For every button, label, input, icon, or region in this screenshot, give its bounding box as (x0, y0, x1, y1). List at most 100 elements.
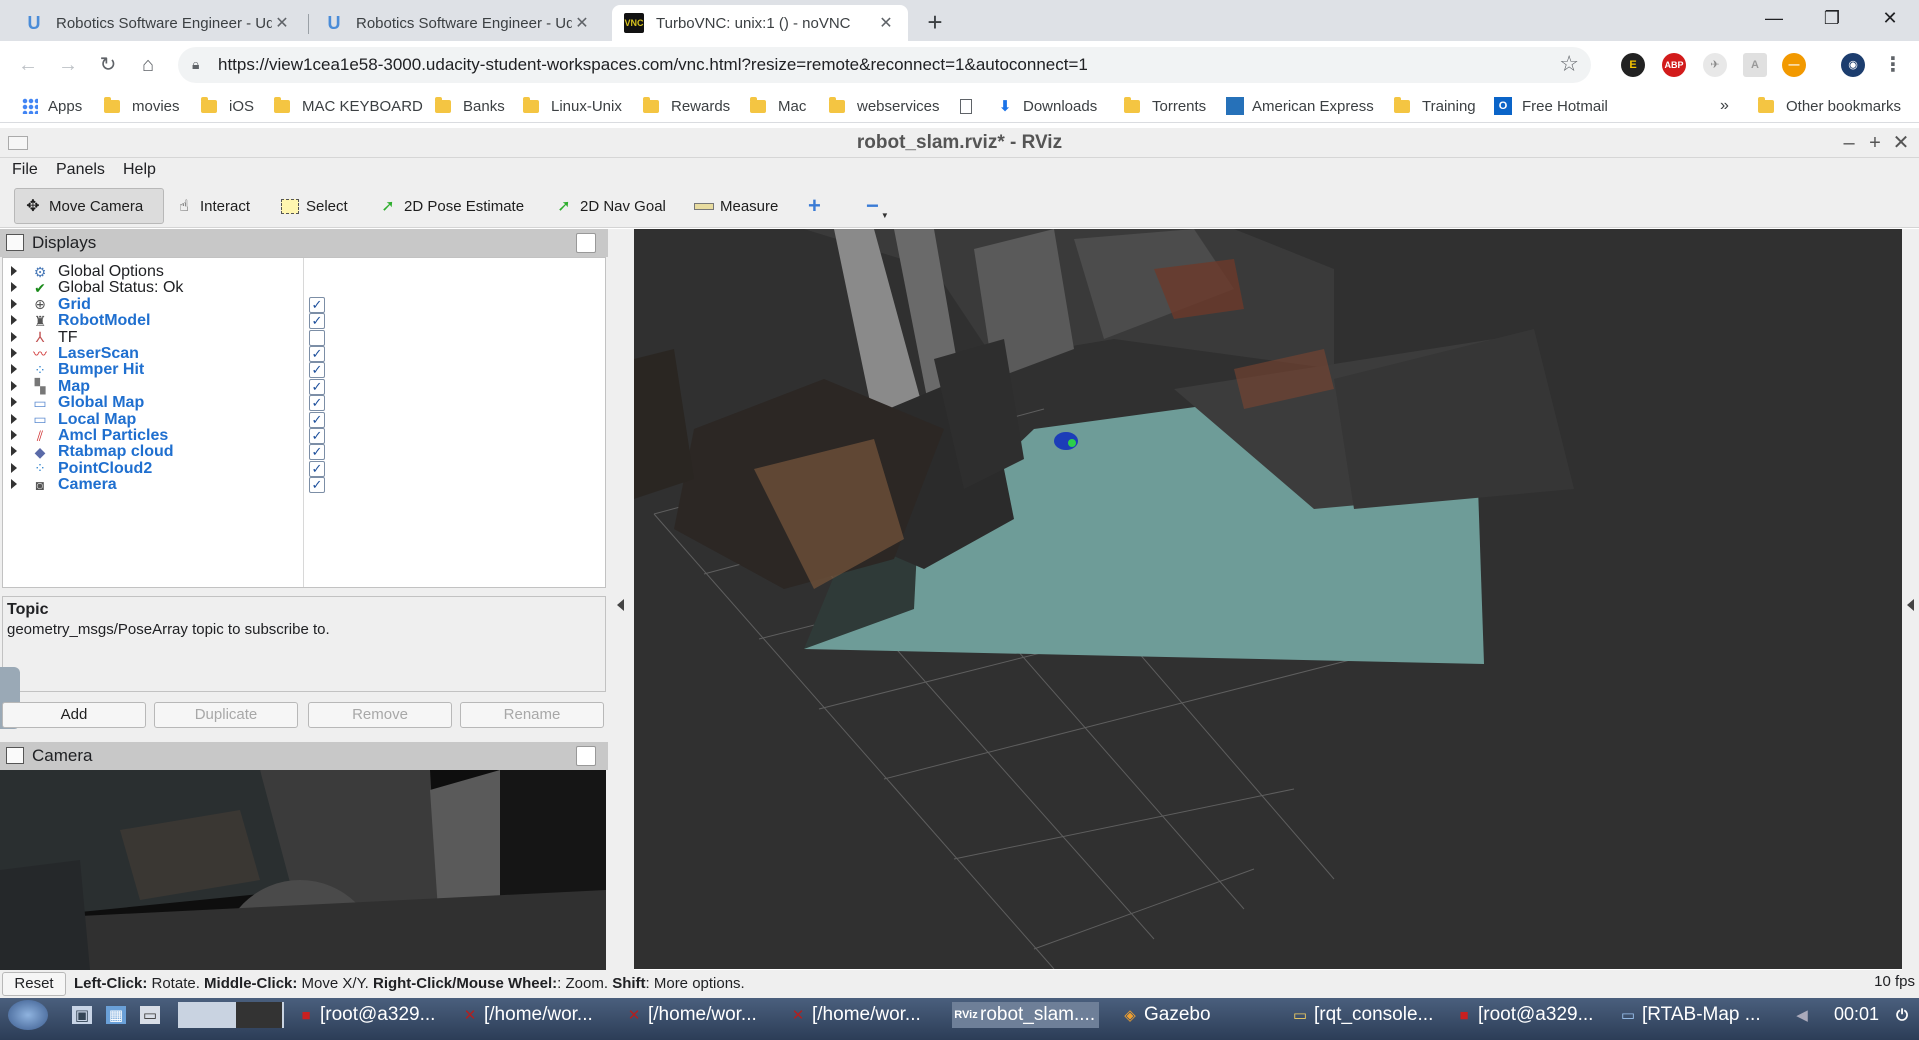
close-icon[interactable]: ✕ (272, 13, 292, 33)
expand-arrow-icon[interactable] (11, 282, 17, 293)
expand-arrow-icon[interactable] (11, 364, 17, 375)
expand-arrow-icon[interactable] (11, 331, 17, 342)
window-minimize-button[interactable]: — (1745, 0, 1803, 36)
extension-e-icon[interactable]: E (1621, 53, 1645, 77)
view-splitter-right[interactable] (1902, 229, 1919, 970)
expand-arrow-icon[interactable] (11, 315, 17, 326)
display-enable-checkbox[interactable]: ✓ (309, 477, 325, 494)
taskbar-item-home-1[interactable]: ✕ [/home/wor... (460, 1002, 593, 1028)
bookmark-star-icon[interactable]: ☆ (1559, 51, 1579, 77)
bookmark-torrents[interactable]: Torrents (1124, 95, 1206, 117)
bookmarks-overflow-button[interactable]: » (1720, 95, 1729, 117)
taskbar-item-root-terminal-1[interactable]: ■ [root@a329... (296, 1002, 435, 1028)
back-arrow-icon[interactable]: ← (12, 49, 44, 81)
taskbar-terminal-icon[interactable]: ▦ (106, 1002, 130, 1028)
expand-arrow-icon[interactable] (11, 348, 17, 358)
url-text[interactable]: https://view1cea1e58-3000.udacity-studen… (218, 55, 1088, 75)
folder-icon (201, 96, 217, 113)
bookmark-free-hotmail[interactable]: O Free Hotmail (1494, 95, 1608, 117)
bookmark-movies[interactable]: movies (104, 95, 180, 117)
bookmark-american-express[interactable]: American Express (1226, 95, 1374, 117)
bookmark-banks[interactable]: Banks (435, 95, 505, 117)
add-display-button[interactable]: Add (2, 702, 146, 728)
expand-arrow-icon[interactable] (11, 380, 17, 391)
chrome-menu-icon[interactable]: ⋮ (1877, 49, 1909, 81)
taskbar-item-root-terminal-2[interactable]: ■ [root@a329... (1454, 1002, 1593, 1028)
panel-close-icon[interactable] (576, 746, 596, 766)
remove-tool-minus-icon[interactable]: − ▼ (858, 188, 897, 224)
rviz-maximize-button[interactable]: + (1863, 128, 1887, 158)
window-close-button[interactable]: ✕ (1861, 0, 1919, 36)
extension-pdf-icon[interactable]: A (1743, 53, 1767, 77)
2d-nav-goal-button[interactable]: ➚ 2D Nav Goal (546, 188, 674, 224)
browser-tab-1[interactable]: U Robotics Software Engineer - Ud ✕ (12, 5, 304, 41)
expand-arrow-icon[interactable] (11, 430, 17, 440)
rviz-close-button[interactable]: ✕ (1889, 128, 1913, 158)
view-splitter-left[interactable] (608, 229, 634, 970)
expand-arrow-icon[interactable] (11, 479, 17, 490)
taskbar-window-icon[interactable]: ▭ (140, 1002, 164, 1028)
camera-image-view[interactable] (0, 770, 606, 970)
expand-arrow-icon[interactable] (11, 266, 17, 276)
new-tab-button[interactable]: + (920, 8, 950, 38)
forward-arrow-icon[interactable]: → (52, 49, 84, 81)
bookmark-mac-keyboard[interactable]: MAC KEYBOARD (274, 95, 423, 117)
taskbar-item-rtabmap[interactable]: ▭ [RTAB-Map ... (1618, 1002, 1761, 1028)
bookmark-rewards[interactable]: Rewards (643, 95, 730, 117)
move-camera-button[interactable]: ✥ Move Camera (14, 188, 164, 224)
bookmark-page[interactable] (960, 95, 984, 117)
reload-icon[interactable]: ↻ (92, 49, 124, 81)
expand-arrow-icon[interactable] (11, 298, 17, 309)
taskbar-file-manager-icon[interactable]: ▣ (72, 1002, 96, 1028)
menu-panels[interactable]: Panels (56, 161, 105, 179)
browser-tab-2[interactable]: U Robotics Software Engineer - Ud ✕ (312, 5, 604, 41)
expand-arrow-icon[interactable] (11, 397, 17, 408)
folder-icon (523, 96, 539, 113)
bookmark-apps[interactable]: Apps (22, 95, 82, 117)
taskbar-item-home-3[interactable]: ✕ [/home/wor... (788, 1002, 921, 1028)
bookmark-training[interactable]: Training (1394, 95, 1476, 117)
browser-tab-3-active[interactable]: VNC TurboVNC: unix:1 () - noVNC ✕ (612, 5, 908, 41)
profile-avatar[interactable]: ◉ (1841, 53, 1865, 77)
reset-button[interactable]: Reset (2, 972, 66, 996)
rviz-3d-render-view[interactable] (634, 229, 1902, 969)
close-icon[interactable]: ✕ (876, 13, 896, 33)
measure-button[interactable]: Measure (686, 188, 786, 224)
expand-arrow-icon[interactable] (11, 462, 17, 473)
menu-help[interactable]: Help (123, 161, 156, 179)
power-icon[interactable]: ⏻ (1892, 1002, 1916, 1028)
expand-arrow-icon[interactable] (11, 413, 17, 424)
bookmark-downloads[interactable]: ⬇ Downloads (997, 95, 1098, 117)
home-icon[interactable]: ⌂ (132, 49, 164, 81)
taskbar-item-gazebo[interactable]: ◈ Gazebo (1120, 1002, 1210, 1028)
taskbar-item-home-2[interactable]: ✕ [/home/wor... (624, 1002, 757, 1028)
rename-display-button[interactable]: Rename (460, 702, 604, 728)
bookmark-mac[interactable]: Mac (750, 95, 806, 117)
expand-arrow-icon[interactable] (11, 446, 17, 457)
remove-display-button[interactable]: Remove (308, 702, 452, 728)
address-bar[interactable]: 🔒︎ https://view1cea1e58-3000.udacity-stu… (178, 47, 1591, 83)
2d-pose-estimate-button[interactable]: ➚ 2D Pose Estimate (370, 188, 532, 224)
bookmark-other-bookmarks[interactable]: Other bookmarks (1758, 95, 1901, 117)
taskbar-workspace-pager-active[interactable] (236, 1002, 282, 1028)
bookmark-ios[interactable]: iOS (201, 95, 254, 117)
taskbar-item-rviz[interactable]: RViz robot_slam.... (952, 1002, 1100, 1028)
interact-button[interactable]: ☝ Interact (166, 188, 258, 224)
close-icon[interactable]: ✕ (572, 13, 592, 33)
display-row-camera[interactable]: ◙ Camera ✓ (3, 475, 603, 495)
extension-gray-icon[interactable]: ✈ (1703, 53, 1727, 77)
bookmark-webservices[interactable]: webservices (829, 95, 940, 117)
rviz-minimize-button[interactable]: – (1837, 128, 1861, 158)
volume-icon[interactable]: ◀ (1792, 1002, 1816, 1028)
add-tool-plus-icon[interactable]: + (800, 188, 829, 224)
start-menu-button[interactable] (8, 1000, 48, 1030)
taskbar-item-rqt-console[interactable]: ▭ [rqt_console... (1290, 1002, 1433, 1028)
bookmark-linux-unix[interactable]: Linux-Unix (523, 95, 622, 117)
menu-file[interactable]: File (12, 161, 38, 179)
extension-minus-icon[interactable]: — (1782, 53, 1806, 77)
adblock-icon[interactable]: ABP (1662, 53, 1686, 77)
window-restore-button[interactable]: ❐ (1803, 0, 1861, 36)
duplicate-display-button[interactable]: Duplicate (154, 702, 298, 728)
select-button[interactable]: Select (272, 188, 356, 224)
panel-close-icon[interactable] (576, 233, 596, 253)
